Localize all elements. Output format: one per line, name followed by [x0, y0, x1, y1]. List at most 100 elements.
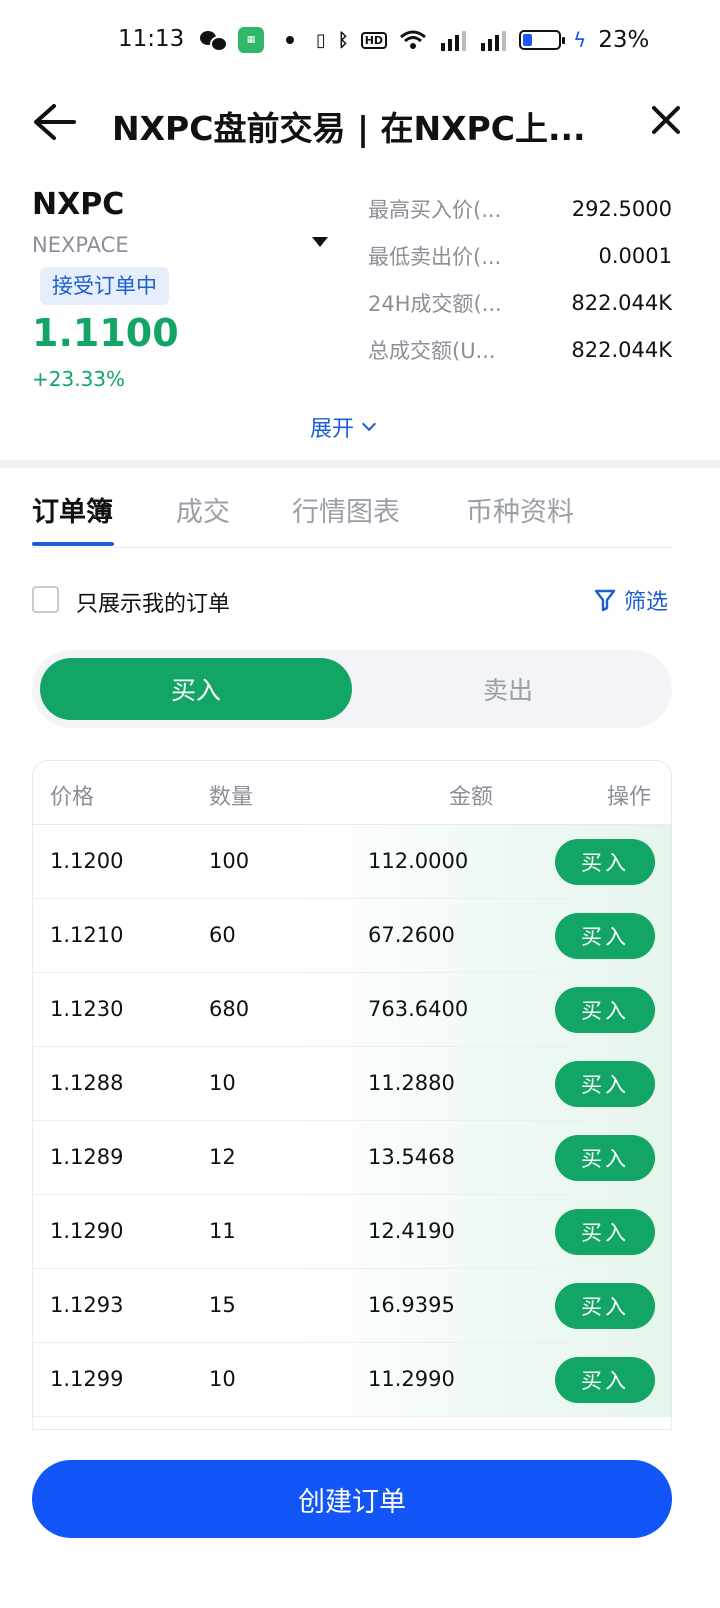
tab-trades[interactable]: 成交 [176, 490, 230, 529]
bluetooth-icon: ᛒ [337, 29, 349, 51]
table-row: 1.1290 11 12.4190 买入 [33, 1195, 671, 1269]
status-time: 11:13 [118, 26, 185, 52]
tab-order-book[interactable]: 订单簿 [32, 490, 113, 529]
header-qty: 数量 [209, 785, 254, 810]
table-header: 价格 数量 金额 操作 [33, 761, 671, 825]
cell-amount: 67.2600 [368, 923, 455, 947]
signal-icon [441, 31, 467, 51]
dropdown-triangle-icon[interactable] [312, 237, 328, 247]
filter-button[interactable]: 筛选 [594, 584, 668, 616]
status-bar: 11:13 ▦ ▯ ᛒ HD ϟ 23% [0, 0, 720, 82]
stat-value: 822.044K [571, 337, 672, 362]
row-buy-button[interactable]: 买入 [555, 839, 655, 885]
table-row: 1.1200 100 112.0000 买入 [33, 825, 671, 899]
cell-amount: 763.6400 [368, 997, 469, 1021]
tab-active-indicator [32, 542, 114, 546]
asset-summary: NXPC NEXPACE 接受订单中 1.1100 +23.33% 最高买入价(… [0, 175, 720, 465]
header-action: 操作 [607, 785, 652, 810]
create-order-button[interactable]: 创建订单 [32, 1460, 672, 1538]
back-arrow-icon[interactable] [32, 102, 76, 142]
row-buy-button[interactable]: 买入 [555, 987, 655, 1033]
expand-label: 展开 [310, 417, 355, 442]
buy-toggle-button[interactable]: 买入 [40, 658, 352, 720]
table-row: 1.1299 10 11.2990 买入 [33, 1343, 671, 1417]
cell-amount: 112.0000 [368, 849, 469, 873]
header-amount: 金额 [449, 785, 494, 810]
page-title: NXPC盘前交易 | 在NXPC上... [112, 109, 586, 148]
cell-amount: 11.2990 [368, 1367, 455, 1391]
row-buy-button[interactable]: 买入 [555, 1061, 655, 1107]
table-row: 1.1289 12 13.5468 买入 [33, 1121, 671, 1195]
stat-row: 总成交额(U... 822.044K [368, 326, 672, 373]
stat-label: 最低卖出价(... [368, 244, 502, 269]
stat-value: 0.0001 [598, 243, 672, 268]
wechat-icon [200, 29, 228, 52]
cell-amount: 11.2880 [368, 1071, 455, 1095]
side-toggle: 买入 卖出 [32, 650, 672, 728]
cell-qty: 12 [209, 1145, 236, 1169]
stat-row: 最低卖出价(... 0.0001 [368, 232, 672, 279]
asset-name: NEXPACE [32, 233, 129, 257]
expand-button[interactable]: 展开 [310, 411, 377, 443]
notification-dot-icon [286, 36, 294, 44]
price-change: +23.33% [32, 367, 126, 391]
cell-price: 1.1288 [50, 1071, 124, 1095]
cell-price: 1.1299 [50, 1367, 124, 1391]
only-mine-label[interactable]: 只展示我的订单 [76, 586, 230, 618]
stat-value: 292.5000 [571, 196, 672, 221]
row-buy-button[interactable]: 买入 [555, 1283, 655, 1329]
tab-bar: 订单簿 成交 行情图表 币种资料 [32, 470, 672, 548]
only-mine-checkbox[interactable] [32, 586, 59, 613]
signal-icon-2 [481, 31, 507, 51]
cell-qty: 60 [209, 923, 236, 947]
tab-chart[interactable]: 行情图表 [292, 490, 400, 529]
status-icons: ▦ ▯ ᛒ HD ϟ 23% [200, 24, 649, 56]
stat-label: 24H成交额(... [368, 291, 502, 316]
cell-amount: 12.4190 [368, 1219, 455, 1243]
status-badge: 接受订单中 [40, 267, 169, 305]
cell-price: 1.1290 [50, 1219, 124, 1243]
row-buy-button[interactable]: 买入 [555, 1135, 655, 1181]
charging-bolt-icon: ϟ [573, 28, 587, 52]
cell-price: 1.1200 [50, 849, 124, 873]
sell-toggle-button[interactable]: 卖出 [352, 658, 664, 720]
asset-symbol: NXPC [32, 187, 125, 222]
last-price: 1.1100 [32, 311, 179, 355]
row-buy-button[interactable]: 买入 [555, 1357, 655, 1403]
battery-icon [519, 30, 566, 50]
order-table: 价格 数量 金额 操作 1.1200 100 112.0000 买入 1.121… [32, 760, 672, 1430]
battery-percent: 23% [598, 27, 650, 53]
stat-label: 总成交额(U... [368, 338, 496, 363]
section-divider [0, 460, 720, 468]
cell-price: 1.1289 [50, 1145, 124, 1169]
cell-qty: 10 [209, 1367, 236, 1391]
cell-qty: 11 [209, 1219, 236, 1243]
hd-voice-icon: HD [360, 31, 388, 49]
wifi-icon [400, 30, 427, 49]
tab-coin-info[interactable]: 币种资料 [466, 490, 574, 529]
cell-qty: 15 [209, 1293, 236, 1317]
funnel-icon [594, 589, 616, 612]
close-icon[interactable] [646, 100, 686, 140]
table-row: 1.1288 10 11.2880 买入 [33, 1047, 671, 1121]
cell-qty: 100 [209, 849, 250, 873]
table-row: 1.1230 680 763.6400 买入 [33, 973, 671, 1047]
stat-value: 822.044K [571, 290, 672, 315]
cell-price: 1.1230 [50, 997, 124, 1021]
table-row: 1.1210 60 67.2600 买入 [33, 899, 671, 973]
row-buy-button[interactable]: 买入 [555, 913, 655, 959]
table-row: 1.1293 15 16.9395 买入 [33, 1269, 671, 1343]
cell-price: 1.1293 [50, 1293, 124, 1317]
app-notification-icon: ▦ [238, 27, 264, 53]
vibrate-icon: ▯ [316, 29, 326, 51]
row-buy-button[interactable]: 买入 [555, 1209, 655, 1255]
chevron-down-icon [361, 416, 377, 432]
header: NXPC盘前交易 | 在NXPC上... [0, 82, 720, 160]
stat-label: 最高买入价(... [368, 197, 502, 222]
table-body: 1.1200 100 112.0000 买入 1.1210 60 67.2600… [33, 825, 671, 1417]
cell-amount: 16.9395 [368, 1293, 455, 1317]
stats-panel: 最高买入价(... 292.5000 最低卖出价(... 0.0001 24H成… [368, 185, 672, 373]
cell-price: 1.1210 [50, 923, 124, 947]
filter-label: 筛选 [624, 590, 669, 615]
stat-row: 24H成交额(... 822.044K [368, 279, 672, 326]
